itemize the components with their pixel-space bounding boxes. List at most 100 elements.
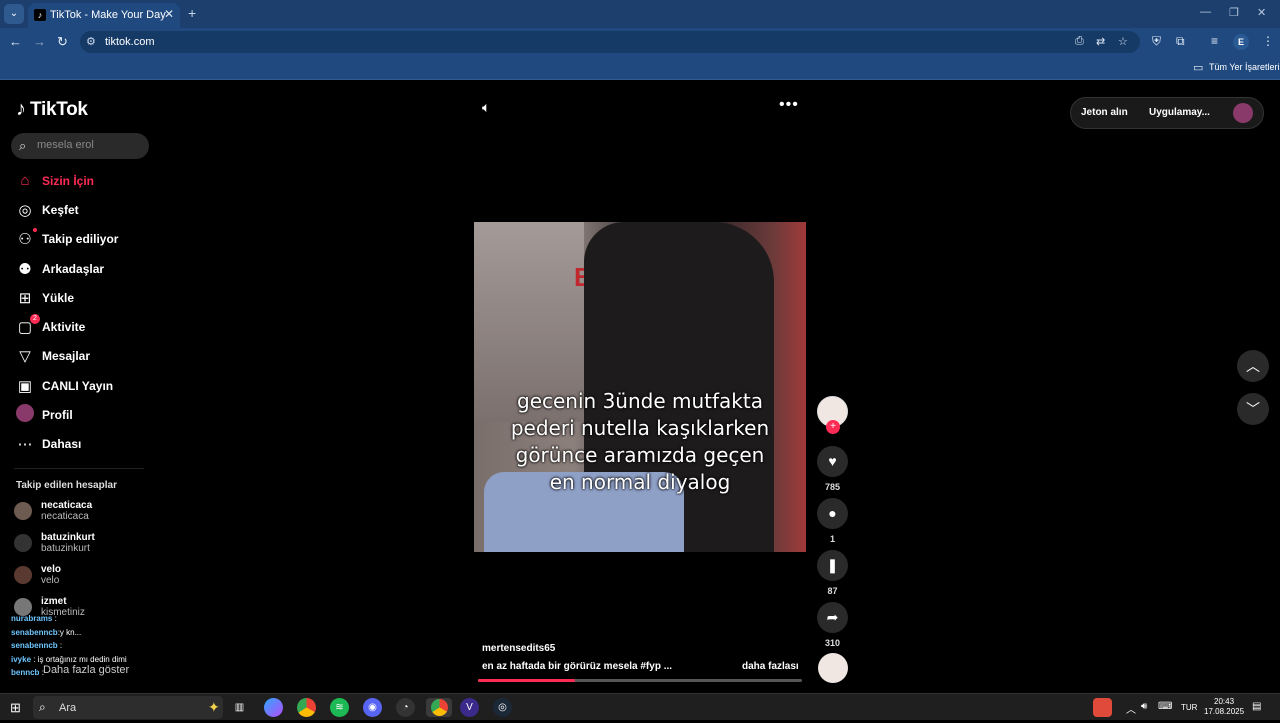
tab-search-button[interactable]: ⌄ <box>4 4 24 24</box>
browser-tab-bar: ⌄ ♪ TikTok - Make Your Day ✕ + — ❐ ✕ <box>0 0 1280 28</box>
notifications-icon[interactable]: ▤ <box>1252 701 1261 712</box>
user-avatar[interactable] <box>1233 103 1253 123</box>
following-account[interactable]: batuzinkurt batuzinkurt <box>14 529 95 557</box>
tray-overflow-icon[interactable]: ︿ <box>1126 701 1136 716</box>
sidebar-item-more[interactable]: ⋯ Dahası <box>14 430 154 459</box>
bookmarks-bar: ▭ Tüm Yer İşaretleri <box>0 56 1280 80</box>
keyboard-icon[interactable]: ⌨ <box>1158 701 1172 712</box>
friends-icon: ⚉ <box>18 260 32 278</box>
video-author[interactable]: mertensedits65 <box>482 643 555 654</box>
back-icon[interactable]: ← <box>9 34 22 49</box>
following-account[interactable]: necaticaca necaticaca <box>14 497 92 525</box>
person-follow-icon: ⚇ <box>14 228 37 248</box>
all-bookmarks-link[interactable]: Tüm Yer İşaretleri <box>1209 62 1280 72</box>
chat-line: senabenncb : <box>11 641 63 650</box>
reload-icon[interactable]: ↻ <box>57 34 68 50</box>
volume-icon[interactable]: 🔈︎ <box>482 99 490 116</box>
search-input[interactable]: ⌕ mesela erol <box>11 133 149 159</box>
translate-icon[interactable]: ⇄ <box>1096 35 1105 48</box>
extensions-icon[interactable]: ⧉ <box>1176 34 1185 49</box>
minimize-button[interactable]: — <box>1200 6 1211 18</box>
windows-start-icon[interactable]: ⊞ <box>10 700 21 716</box>
install-app-icon[interactable]: ⎙ <box>1075 35 1084 48</box>
comment-count: 1 <box>829 534 835 544</box>
comment-icon: ● <box>828 505 837 521</box>
save-button[interactable]: ❚ <box>817 550 848 581</box>
restore-button[interactable]: ❐ <box>1229 6 1239 19</box>
taskbar-search[interactable]: ⌕ Ara ✦ <box>33 696 223 719</box>
profile-avatar-button[interactable]: E <box>1233 34 1249 50</box>
search-icon: ⌕ <box>19 138 27 153</box>
show-more-link[interactable]: Daha fazla göster <box>43 664 129 676</box>
video-description: en az haftada bir görürüz mesela #fyp ..… <box>482 661 673 672</box>
chrome-icon[interactable] <box>297 698 316 717</box>
video-player[interactable]: B gecenin 3ünde mutfakta pederi nutella … <box>474 222 806 552</box>
tiktok-page: ♪ TikTok ⌕ mesela erol ⌂ Sizin İçin ◎ Ke… <box>0 80 1280 693</box>
close-window-button[interactable]: ✕ <box>1257 6 1266 19</box>
compass-icon: ◎ <box>18 201 32 219</box>
upload-plus-icon: ⊞ <box>18 289 32 307</box>
site-info-icon[interactable]: ⚙ <box>86 35 96 48</box>
share-count: 310 <box>824 638 841 648</box>
spotify-icon[interactable]: ≋ <box>330 698 349 717</box>
vpn-app-icon[interactable]: V <box>460 698 479 717</box>
top-right-actions: Jeton alın Uygulamay... <box>1070 97 1264 129</box>
sidebar-item-profile[interactable]: Profil <box>14 400 154 429</box>
sidebar-item-for-you[interactable]: ⌂ Sizin İçin <box>14 166 154 195</box>
forward-icon[interactable]: → <box>33 34 46 49</box>
search-icon: ⌕ <box>39 700 46 714</box>
menu-kebab-icon[interactable]: ⋮ <box>1262 34 1274 48</box>
copilot-icon[interactable] <box>264 698 283 717</box>
like-button[interactable]: ♥ <box>817 446 848 477</box>
sidebar-item-upload[interactable]: ⊞ Yükle <box>14 283 154 312</box>
next-video-button[interactable]: ﹀ <box>1237 393 1269 425</box>
volume-tray-icon[interactable]: 🔊︎ <box>1141 701 1147 712</box>
address-bar[interactable]: ⚙ tiktok.com ⎙ ⇄ ☆ <box>80 31 1140 53</box>
sidebar-item-live[interactable]: ▣ CANLI Yayın <box>14 371 154 400</box>
tiktok-logo[interactable]: ♪ TikTok <box>16 98 88 121</box>
tiktok-favicon-icon: ♪ <box>34 9 46 21</box>
tab-title: TikTok - Make Your Day <box>50 9 166 21</box>
discord-icon[interactable]: ◉ <box>363 698 382 717</box>
shield-extension-icon[interactable]: ⛨ <box>1152 34 1161 49</box>
sidebar-item-friends[interactable]: ⚉ Arkadaşlar <box>14 254 154 283</box>
video-caption-overlay: gecenin 3ünde mutfakta pederi nutella ka… <box>510 389 770 494</box>
notification-dot <box>33 228 37 233</box>
more-description-link[interactable]: daha fazlası <box>742 661 799 672</box>
steam-icon[interactable]: ◎ <box>493 698 512 717</box>
tab-close-icon[interactable]: ✕ <box>164 7 174 21</box>
follow-plus-icon[interactable]: + <box>826 420 840 434</box>
bookmark-icon: ❚ <box>826 557 839 573</box>
activity-badge: 2 <box>30 314 40 325</box>
clock[interactable]: 20:43 17.08.2025 <box>1204 697 1244 717</box>
previous-video-button[interactable]: ︿ <box>1237 350 1269 382</box>
more-options-icon[interactable]: ••• <box>779 96 799 114</box>
video-progress-bar[interactable] <box>478 679 802 682</box>
sidebar-item-explore[interactable]: ◎ Keşfet <box>14 195 154 224</box>
like-count: 785 <box>824 482 841 492</box>
url-text[interactable]: tiktok.com <box>105 36 155 48</box>
get-app-button[interactable]: Uygulamay... <box>1149 107 1210 118</box>
get-coins-button[interactable]: Jeton alın <box>1081 107 1128 118</box>
task-view-icon[interactable]: ▥ <box>230 698 249 717</box>
creator-avatar[interactable]: + <box>817 396 848 434</box>
language-indicator[interactable]: TUR <box>1181 703 1197 712</box>
media-controls-icon[interactable]: ≡ <box>1211 34 1218 48</box>
profile-avatar-icon <box>14 404 36 426</box>
share-button[interactable]: ➦ <box>817 602 848 633</box>
more-dots-icon: ⋯ <box>17 436 33 454</box>
sidebar-item-following[interactable]: ⚇ Takip ediliyor <box>14 225 154 254</box>
following-account[interactable]: velo velo <box>14 561 61 589</box>
home-icon: ⌂ <box>20 172 30 190</box>
new-tab-button[interactable]: + <box>188 5 196 21</box>
tray-app-icon[interactable] <box>1093 698 1112 717</box>
music-disc-avatar[interactable] <box>818 653 848 683</box>
chrome-profile-icon-active[interactable] <box>426 698 452 717</box>
sidebar-item-messages[interactable]: ▽ Mesajlar <box>14 342 154 371</box>
app-icon[interactable]: ◔ <box>396 698 415 717</box>
sidebar-item-activity[interactable]: ▢ 2 Aktivite <box>14 312 154 341</box>
browser-tab[interactable]: ♪ TikTok - Make Your Day ✕ <box>28 3 180 28</box>
comment-button[interactable]: ● <box>817 498 848 529</box>
bookmark-star-icon[interactable]: ☆ <box>1118 35 1128 48</box>
chevron-up-icon: ︿ <box>1246 358 1260 374</box>
